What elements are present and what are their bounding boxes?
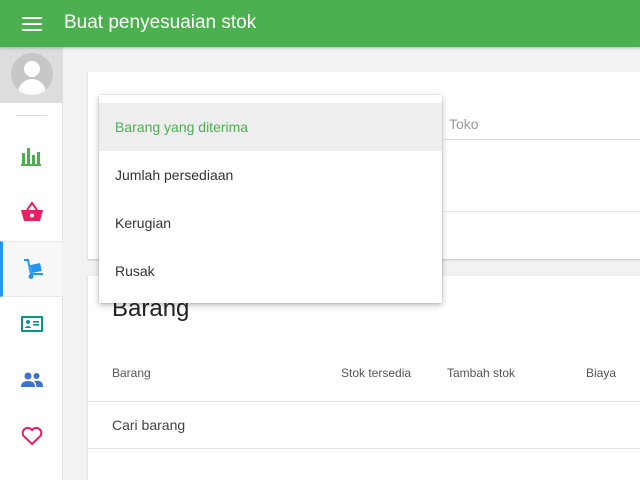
table-header-divider (88, 401, 640, 402)
id-card-icon (21, 316, 43, 332)
avatar-area[interactable] (0, 47, 63, 103)
dropdown-option-received[interactable]: Barang yang diterima (99, 103, 442, 151)
store-field-underline (443, 139, 640, 140)
dropdown-option-inventory-count[interactable]: Jumlah persediaan (99, 151, 442, 199)
people-icon (21, 372, 43, 387)
dropdown-option-loss[interactable]: Kerugian (99, 199, 442, 247)
dropdown-option-damaged[interactable]: Rusak (99, 247, 442, 295)
heart-icon (21, 426, 43, 445)
sidebar-item-inventory[interactable] (0, 241, 63, 297)
bar-chart-icon (21, 148, 41, 166)
column-header-add-stock: Tambah stok (447, 366, 516, 380)
column-header-item: Barang (112, 366, 151, 380)
hand-truck-icon (24, 259, 43, 279)
column-header-stock: Stok tersedia (341, 366, 412, 380)
sidebar-divider (16, 115, 47, 116)
table-row-divider (88, 448, 640, 449)
shopping-basket-icon (21, 201, 43, 221)
page-title: Buat penyesuaian stok (64, 12, 257, 33)
sidebar-item-reports[interactable] (0, 129, 63, 185)
search-item-input[interactable]: Cari barang (112, 417, 185, 433)
column-header-cost: Biaya (586, 366, 617, 380)
sidebar-item-favorites[interactable] (0, 409, 63, 465)
hamburger-icon[interactable] (16, 12, 48, 36)
sidebar-item-sales[interactable] (0, 185, 63, 241)
sidebar (0, 47, 63, 480)
reason-dropdown-menu: Barang yang diterima Jumlah persediaan K… (99, 95, 442, 303)
sidebar-item-employees[interactable] (0, 353, 63, 409)
sidebar-item-customers[interactable] (0, 297, 63, 353)
top-app-bar: Buat penyesuaian stok (0, 0, 640, 47)
user-avatar-icon (11, 53, 53, 95)
store-field-label[interactable]: Toko (449, 116, 479, 132)
notes-field-underline (443, 211, 640, 212)
